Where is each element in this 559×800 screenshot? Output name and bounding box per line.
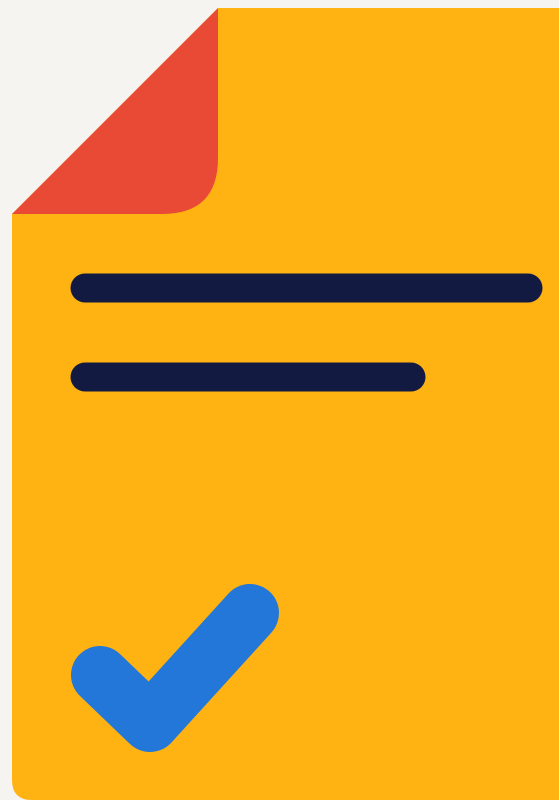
document-check-icon [0,0,559,800]
